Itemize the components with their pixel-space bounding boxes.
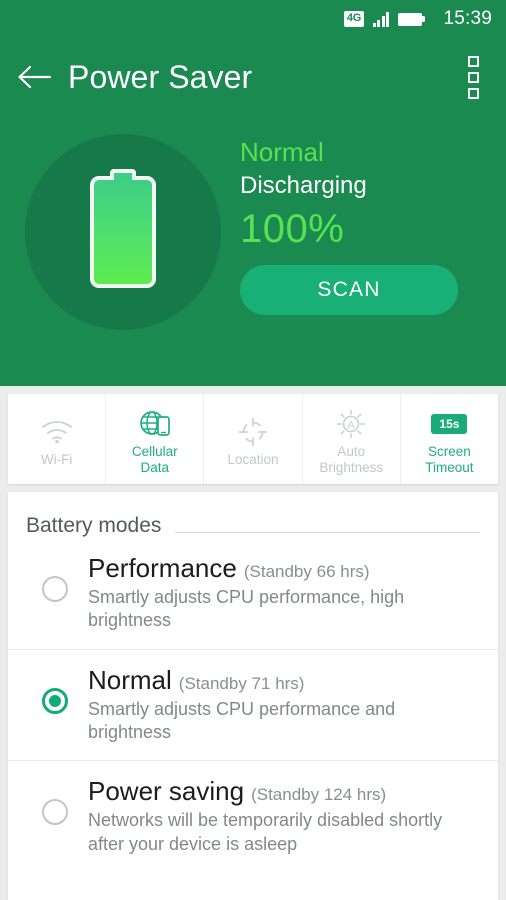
mode-text-power-saving: Power saving (Standby 124 hrs) Networks … [88, 776, 478, 856]
overflow-dot-3 [467, 87, 479, 99]
battery-modes-header: Battery modes [8, 492, 498, 538]
battery-illustration-icon [90, 176, 156, 288]
toggle-cellular-line2: Data [140, 459, 170, 475]
toggle-wifi[interactable]: Wi-Fi [8, 394, 107, 484]
status-bar-clock: 15:39 [431, 8, 492, 30]
toggle-screen-timeout[interactable]: 15s Screen Timeout [401, 394, 498, 484]
header-divider [175, 531, 480, 533]
mode-desc-power-saving: Networks will be temporarily disabled sh… [88, 810, 443, 854]
battery-percent: 100% [240, 206, 345, 251]
back-arrow-icon [18, 65, 51, 89]
mode-standby-power-saving: (Standby 124 hrs) [251, 785, 387, 805]
network-badge-label: 4G [343, 11, 364, 27]
screen-timeout-value: 15s [431, 413, 468, 434]
quick-toggles-card: Wi-Fi Cellular Data Location A Auto Brig… [8, 394, 498, 484]
toggle-auto-brightness[interactable]: A Auto Brightness [303, 394, 401, 484]
network-type-badge: 4G [343, 11, 364, 27]
mode-title-normal: Normal [88, 664, 172, 695]
battery-summary: Normal Discharging 100% SCAN [240, 138, 480, 315]
toggle-cellular-data[interactable]: Cellular Data [106, 394, 205, 484]
battery-illustration [25, 134, 221, 330]
mode-desc-normal: Smartly adjusts CPU performance and brig… [88, 698, 396, 742]
mode-desc-performance: Smartly adjusts CPU performance, high br… [88, 586, 405, 631]
radio-normal[interactable] [42, 687, 68, 714]
signal-bars-icon [372, 11, 390, 27]
toggle-wifi-label: Wi-Fi [40, 451, 73, 467]
mode-row-performance[interactable]: Performance (Standby 66 hrs) Smartly adj… [8, 538, 498, 650]
overflow-menu-button[interactable] [456, 55, 490, 99]
radio-power-saving[interactable] [42, 799, 68, 826]
battery-modes-card: Battery modes Performance (Standby 66 hr… [8, 492, 498, 900]
power-saver-screen: 4G 15:39 Power Saver Normal Discharging … [0, 0, 506, 900]
clock-label: 15:39 [443, 8, 492, 29]
svg-text:A: A [348, 419, 356, 431]
battery-charging-state: Discharging [240, 171, 367, 199]
mode-row-power-saving[interactable]: Power saving (Standby 124 hrs) Networks … [8, 761, 498, 872]
battery-mode-status: Normal [240, 137, 324, 167]
screen-timeout-badge-icon: 15s [431, 407, 468, 441]
toggle-auto-brightness-line1: Auto [337, 443, 366, 459]
app-bar: Power Saver [0, 38, 506, 116]
battery-status-icon [398, 12, 426, 26]
toggle-screen-timeout-line2: Timeout [425, 459, 474, 475]
mode-row-normal[interactable]: Normal (Standby 71 hrs) Smartly adjusts … [8, 650, 498, 762]
overflow-dot-1 [467, 55, 479, 67]
cellular-data-icon [138, 407, 172, 441]
location-crosshair-icon [237, 415, 269, 449]
overflow-dot-2 [467, 71, 479, 83]
battery-hero-panel: Normal Discharging 100% SCAN [0, 116, 506, 386]
mode-text-performance: Performance (Standby 66 hrs) Smartly adj… [88, 553, 478, 633]
page-title: Power Saver [68, 58, 253, 95]
toggle-auto-brightness-label: Auto Brightness [319, 444, 383, 476]
status-bar: 4G 15:39 [0, 0, 506, 38]
scan-button[interactable]: SCAN [240, 264, 458, 315]
wifi-icon [40, 415, 74, 449]
mode-text-normal: Normal (Standby 71 hrs) Smartly adjusts … [88, 664, 478, 745]
toggle-location-label: Location [227, 451, 279, 467]
radio-performance[interactable] [42, 576, 68, 602]
mode-title-performance: Performance [88, 553, 237, 583]
toggle-screen-timeout-label: Screen Timeout [425, 444, 473, 476]
toggle-screen-timeout-line1: Screen [428, 443, 471, 459]
mode-standby-performance: (Standby 66 hrs) [243, 562, 370, 581]
back-button[interactable] [8, 51, 60, 103]
mode-title-power-saving: Power saving [88, 776, 245, 807]
toggle-cellular-line1: Cellular [131, 443, 178, 459]
battery-modes-header-label: Battery modes [26, 514, 162, 537]
auto-brightness-icon: A [335, 407, 367, 441]
toggle-cellular-data-label: Cellular Data [132, 444, 178, 476]
toggle-location[interactable]: Location [204, 394, 303, 484]
toggle-auto-brightness-line2: Brightness [319, 459, 384, 475]
mode-standby-normal: (Standby 71 hrs) [178, 673, 305, 693]
